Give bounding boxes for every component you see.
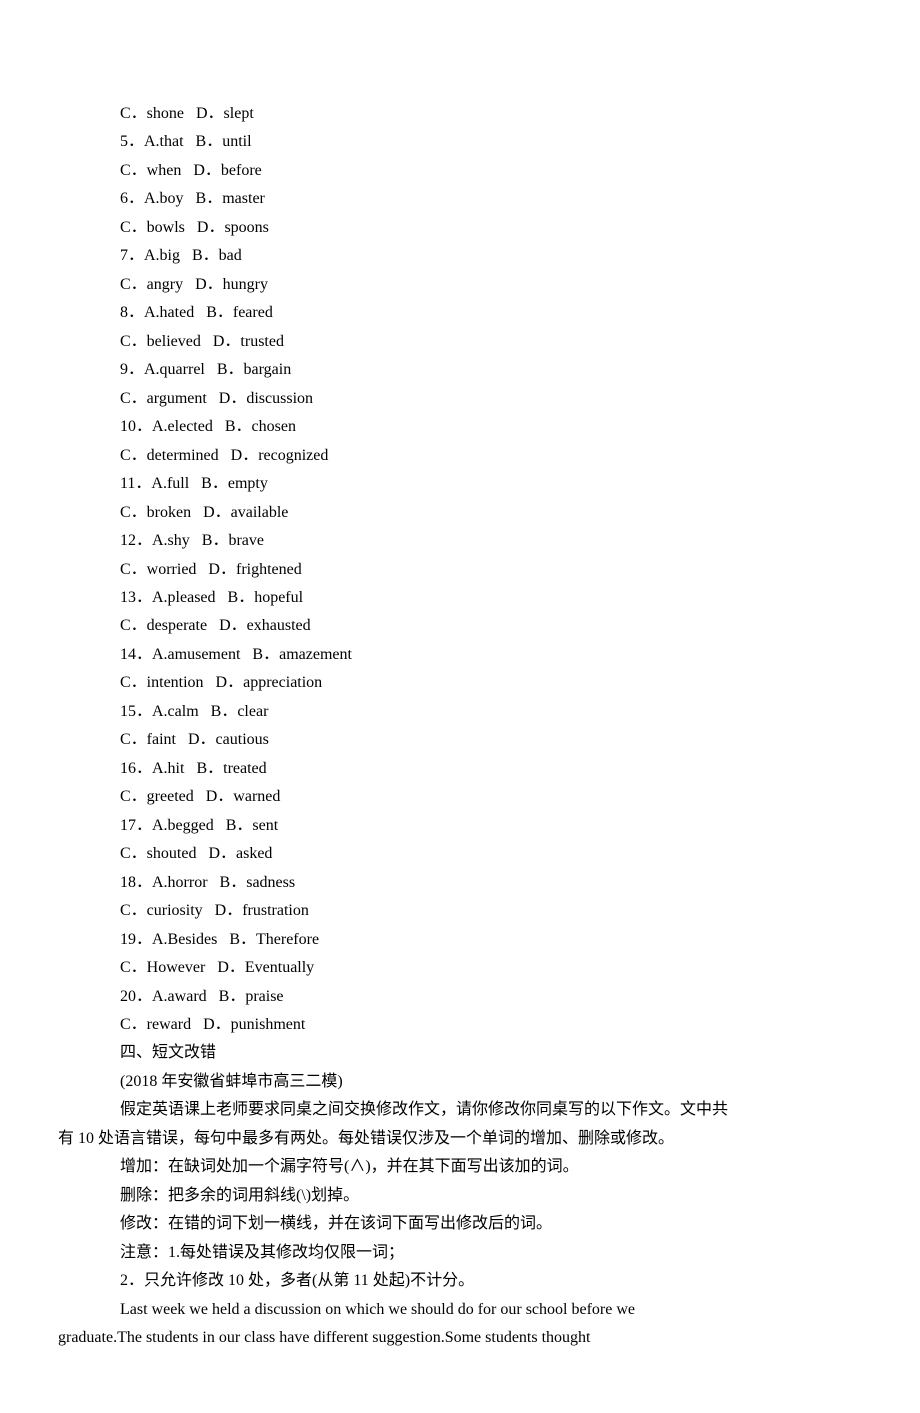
text-line: 6．A.boy B．master (58, 185, 862, 213)
text-line: C．bowls D．spoons (58, 214, 862, 242)
text-line: 假定英语课上老师要求同桌之间交换修改作文，请你修改你同桌写的以下作文。文中共 (58, 1096, 862, 1124)
text-line: 16．A.hit B．treated (58, 755, 862, 783)
text-line: C．shouted D．asked (58, 840, 862, 868)
text-line: 有 10 处语言错误，每句中最多有两处。每处错误仅涉及一个单词的增加、删除或修改… (58, 1125, 862, 1153)
text-line: C．However D．Eventually (58, 954, 862, 982)
text-line: C．greeted D．warned (58, 783, 862, 811)
text-line: 5．A.that B．until (58, 128, 862, 156)
text-line: C．reward D．punishment (58, 1011, 862, 1039)
text-line: C．curiosity D．frustration (58, 897, 862, 925)
text-line: C．argument D．discussion (58, 385, 862, 413)
text-line: 12．A.shy B．brave (58, 527, 862, 555)
document-body: C．shone D．slept5．A.that B．untilC．when D．… (58, 100, 862, 1353)
text-line: 修改：在错的词下划一横线，并在该词下面写出修改后的词。 (58, 1210, 862, 1238)
text-line: 增加：在缺词处加一个漏字符号(∧)，并在其下面写出该加的词。 (58, 1153, 862, 1181)
text-line: 20．A.award B．praise (58, 983, 862, 1011)
text-line: graduate.The students in our class have … (58, 1324, 862, 1352)
text-line: C．faint D．cautious (58, 726, 862, 754)
text-line: 17．A.begged B．sent (58, 812, 862, 840)
text-line: Last week we held a discussion on which … (58, 1296, 862, 1324)
text-line: 13．A.pleased B．hopeful (58, 584, 862, 612)
text-line: 19．A.Besides B．Therefore (58, 926, 862, 954)
text-line: C．desperate D．exhausted (58, 612, 862, 640)
text-line: 删除：把多余的词用斜线(\)划掉。 (58, 1182, 862, 1210)
text-line: (2018 年安徽省蚌埠市高三二模) (58, 1068, 862, 1096)
text-line: 7．A.big B．bad (58, 242, 862, 270)
text-line: C．angry D．hungry (58, 271, 862, 299)
text-line: C．intention D．appreciation (58, 669, 862, 697)
text-line: 注意：1.每处错误及其修改均仅限一词； (58, 1239, 862, 1267)
text-line: 14．A.amusement B．amazement (58, 641, 862, 669)
text-line: C．broken D．available (58, 499, 862, 527)
text-line: 15．A.calm B．clear (58, 698, 862, 726)
text-line: 11．A.full B．empty (58, 470, 862, 498)
text-line: 四、短文改错 (58, 1039, 862, 1067)
text-line: 10．A.elected B．chosen (58, 413, 862, 441)
text-line: C．shone D．slept (58, 100, 862, 128)
text-line: C．determined D．recognized (58, 442, 862, 470)
text-line: 18．A.horror B．sadness (58, 869, 862, 897)
text-line: 2．只允许修改 10 处，多者(从第 11 处起)不计分。 (58, 1267, 862, 1295)
text-line: C．when D．before (58, 157, 862, 185)
text-line: 9．A.quarrel B．bargain (58, 356, 862, 384)
text-line: 8．A.hated B．feared (58, 299, 862, 327)
text-line: C．worried D．frightened (58, 556, 862, 584)
text-line: C．believed D．trusted (58, 328, 862, 356)
